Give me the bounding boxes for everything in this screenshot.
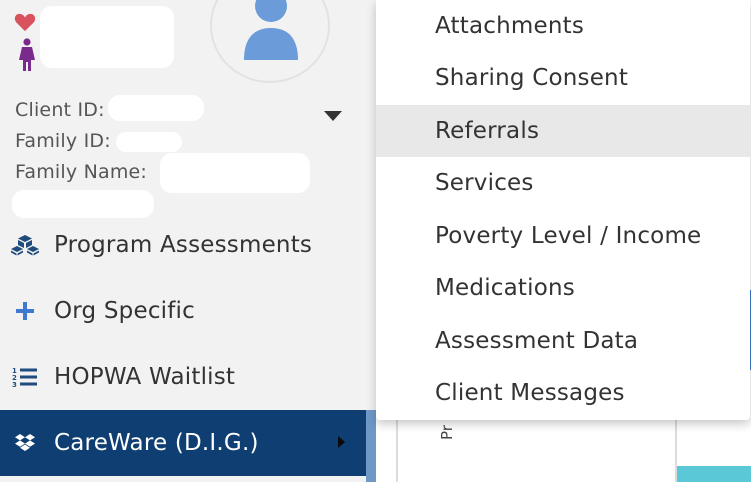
menu-item-assessment-data[interactable]: Assessment Data bbox=[376, 315, 750, 367]
nav-item-label: Program Assessments bbox=[54, 232, 313, 258]
nav-item-org-specific[interactable]: Org Specific bbox=[0, 280, 376, 342]
panel-border bbox=[396, 418, 398, 482]
client-id-label: Client ID: bbox=[15, 99, 105, 121]
menu-item-medications[interactable]: Medications bbox=[376, 262, 750, 314]
menu-item-poverty-level-income[interactable]: Poverty Level / Income bbox=[376, 210, 750, 262]
menu-item-client-messages[interactable]: Client Messages bbox=[376, 367, 750, 419]
active-accent-bar bbox=[366, 410, 376, 482]
nav-item-program-assessments[interactable]: Program Assessments bbox=[0, 214, 376, 276]
menu-item-services[interactable]: Services bbox=[376, 157, 750, 209]
family-name-label: Family Name: bbox=[15, 161, 148, 183]
redacted-family-name bbox=[160, 153, 310, 193]
menu-item-sharing-consent[interactable]: Sharing Consent bbox=[376, 52, 750, 104]
dropbox-icon bbox=[10, 433, 40, 453]
menu-item-referrals[interactable]: Referrals bbox=[376, 105, 750, 157]
sidebar: Client ID: Family ID: Family Name: Progr… bbox=[0, 0, 376, 482]
numbered-list-icon: 1 2 3 bbox=[10, 366, 40, 388]
nav-item-label: CareWare (D.I.G.) bbox=[54, 430, 259, 456]
expand-caret-icon[interactable] bbox=[324, 111, 342, 121]
family-id-label: Family ID: bbox=[15, 130, 111, 152]
cubes-icon bbox=[10, 234, 40, 256]
redacted-client-name bbox=[40, 6, 174, 68]
nav-item-label: HOPWA Waitlist bbox=[54, 364, 236, 390]
careware-submenu: Attachments Sharing Consent Referrals Se… bbox=[376, 0, 750, 420]
menu-item-attachments[interactable]: Attachments bbox=[376, 0, 750, 52]
teal-status-bar bbox=[677, 466, 751, 482]
submenu-arrow-icon bbox=[338, 436, 345, 448]
svg-text:3: 3 bbox=[12, 381, 17, 388]
female-person-icon bbox=[19, 38, 35, 71]
redacted-family-id bbox=[116, 132, 182, 152]
nav-item-label: Org Specific bbox=[54, 298, 195, 324]
nav-item-careware[interactable]: CareWare (D.I.G.) bbox=[0, 410, 376, 476]
redacted-client-id bbox=[108, 95, 204, 121]
heart-icon bbox=[14, 13, 36, 32]
user-avatar-icon bbox=[244, 0, 298, 60]
rotated-label: Pr bbox=[438, 425, 456, 440]
nav-item-hopwa-waitlist[interactable]: 1 2 3 HOPWA Waitlist bbox=[0, 346, 376, 408]
avatar bbox=[210, 0, 330, 83]
plus-icon bbox=[10, 301, 40, 321]
